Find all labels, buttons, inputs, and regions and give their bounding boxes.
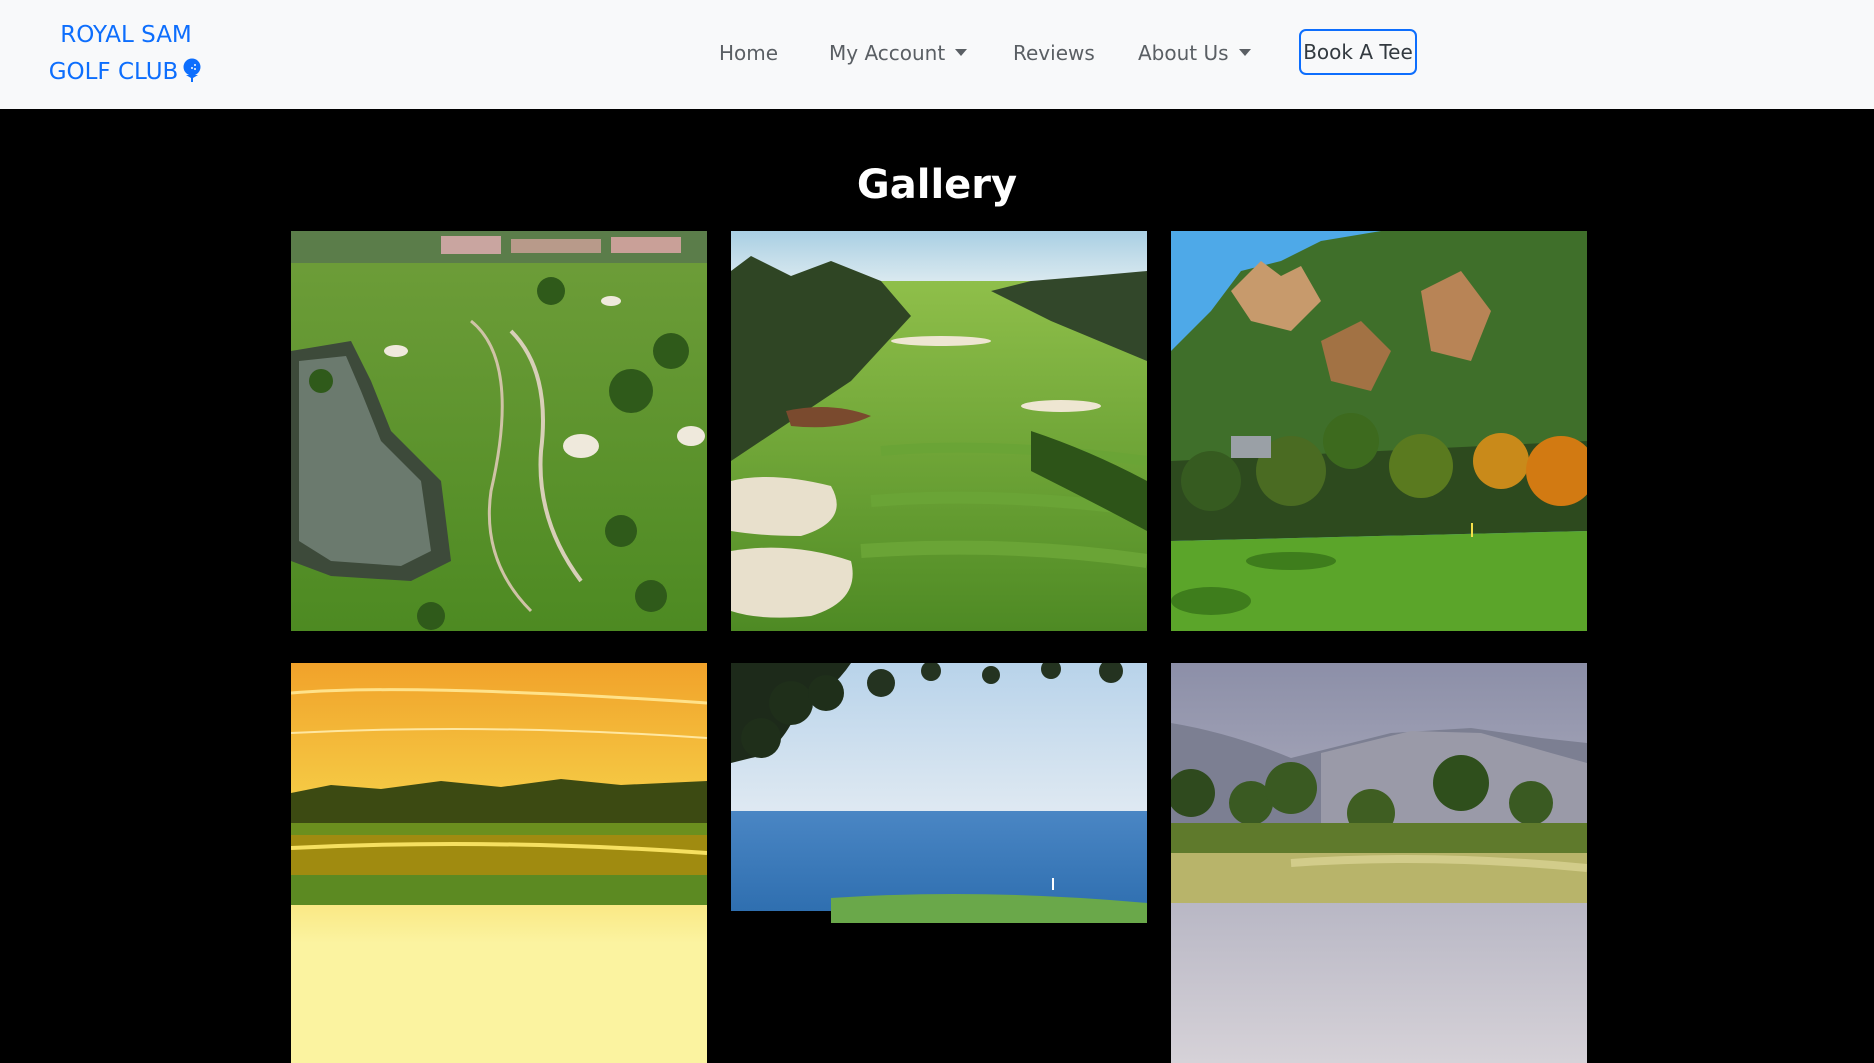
gallery-image-ocean-view[interactable] xyxy=(731,663,1147,1063)
nav-about-us[interactable]: About Us xyxy=(1138,40,1251,67)
book-a-tee-button[interactable]: Book A Tee xyxy=(1299,29,1417,75)
gallery-image-aerial-course[interactable] xyxy=(291,231,707,631)
chevron-down-icon xyxy=(955,49,968,56)
nav-reviews-label: Reviews xyxy=(1013,41,1095,65)
chevron-down-icon xyxy=(1238,49,1251,56)
gallery-title: Gallery xyxy=(856,162,1018,208)
gallery-image-mountain-green[interactable] xyxy=(1171,663,1587,1063)
brand-line-2: GOLF CLUB xyxy=(48,59,179,85)
gallery-image-mountain-autumn[interactable] xyxy=(1171,231,1587,631)
navbar: ROYAL SAM GOLF CLUB Home My Account Revi… xyxy=(0,0,1874,109)
nav-my-account-label: My Account xyxy=(829,41,946,65)
brand-logo-link[interactable]: ROYAL SAM GOLF CLUB xyxy=(40,17,212,94)
nav-home-label: Home xyxy=(719,41,779,65)
golf-ball-tee-icon xyxy=(181,57,203,94)
nav-about-us-label: About Us xyxy=(1138,41,1229,65)
gallery-image-pine-fairway[interactable] xyxy=(731,231,1147,631)
brand-line-1: ROYAL SAM xyxy=(60,22,192,48)
nav-reviews[interactable]: Reviews xyxy=(1013,40,1095,67)
nav-home[interactable]: Home xyxy=(719,40,778,67)
nav-my-account[interactable]: My Account xyxy=(829,40,968,67)
gallery-image-sunset-lake[interactable] xyxy=(291,663,707,1063)
